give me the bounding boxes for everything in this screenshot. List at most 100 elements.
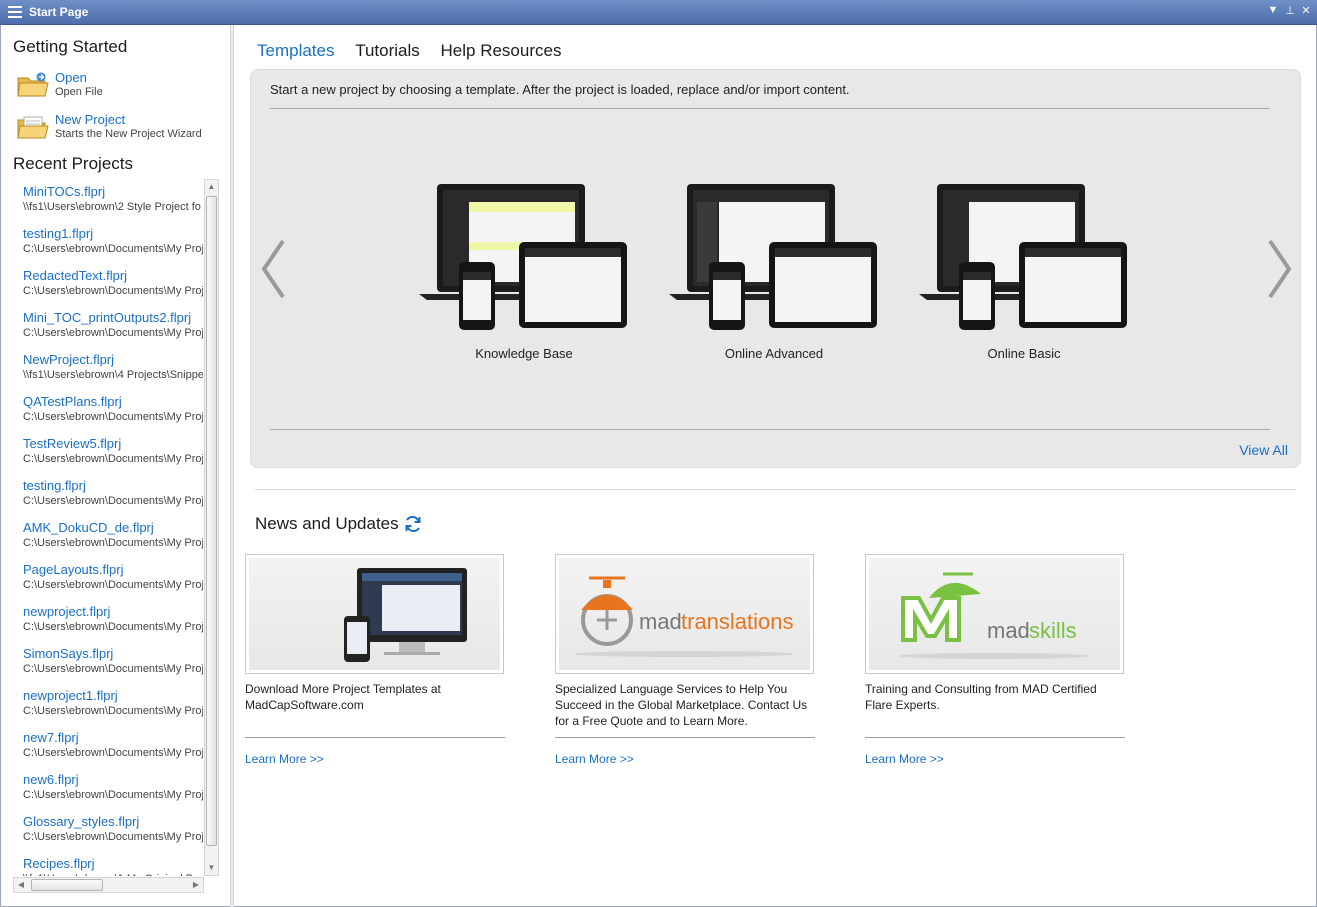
recent-project-path: C:\Users\ebrown\Documents\My Proj [23,453,203,465]
recent-project-item[interactable]: NewProject.flprj \\fs1\Users\ebrown\4 Pro… [13,352,203,394]
recent-project-item[interactable]: newproject.flprj C:\Users\ebrown\Document… [13,604,203,646]
news-thumbnail[interactable]: mad translations [555,554,814,674]
recent-projects-heading: Recent Projects [13,154,133,173]
recent-project-name[interactable]: testing1.flprj [23,226,93,241]
recent-horizontal-scrollbar[interactable]: ◀ ▶ [13,877,204,893]
recent-project-path: \\fs1\Users\ebrown\2 Style Project fo [23,201,201,213]
recent-project-path: C:\Users\ebrown\Documents\My Proj [23,537,203,549]
news-heading: News and Updates [255,514,399,533]
recent-project-item[interactable]: new6.flprj C:\Users\ebrown\Documents\My P… [13,772,203,814]
news-thumbnail[interactable] [245,554,504,674]
recent-project-path: C:\Users\ebrown\Documents\My Proj [23,285,203,297]
tab-templates[interactable]: Templates [257,41,334,61]
recent-project-path: C:\Users\ebrown\Documents\My Proj [23,705,203,717]
scroll-up-icon[interactable]: ▲ [205,180,218,194]
title-bar: Start Page ▼ ⊥ ✕ [0,0,1317,25]
recent-project-name[interactable]: SimonSays.flprj [23,646,113,661]
learn-more-link[interactable]: Learn More >> [245,752,324,766]
news-card-skills: mad skills Training and Consulting from … [865,554,1125,774]
close-icon[interactable]: ✕ [1299,4,1313,20]
template-online-advanced[interactable]: Online Advanced [669,182,879,367]
logo-text-translations: translations [681,609,794,634]
scroll-left-icon[interactable]: ◀ [14,878,28,892]
recent-project-name[interactable]: AMK_DokuCD_de.flprj [23,520,154,535]
devices-promo-image [344,568,467,662]
recent-project-name[interactable]: MiniTOCs.flprj [23,184,105,199]
recent-vertical-scrollbar[interactable]: ▲ ▼ [204,179,219,876]
recent-project-item[interactable]: testing.flprj C:\Users\ebrown\Documents\M… [13,478,203,520]
recent-project-item[interactable]: RedactedText.flprj C:\Users\ebrown\Docume… [13,268,203,310]
divider [245,737,505,738]
next-arrow-icon[interactable] [1266,238,1294,300]
recent-project-name[interactable]: QATestPlans.flprj [23,394,122,409]
recent-project-name[interactable]: Glossary_styles.flprj [23,814,139,829]
scroll-down-icon[interactable]: ▼ [205,861,218,875]
news-card-translations: mad translations Specialized Language Se… [555,554,815,774]
scroll-right-icon[interactable]: ▶ [189,878,203,892]
recent-project-name[interactable]: Recipes.flprj [23,856,95,871]
previous-arrow-icon[interactable] [259,238,287,300]
template-name: Knowledge Base [475,346,573,361]
refresh-icon[interactable] [404,515,422,533]
recent-project-item[interactable]: TestReview5.flprj C:\Users\ebrown\Documen… [13,436,203,478]
new-project-action[interactable]: New Project Starts the New Project Wizar… [17,112,222,148]
recent-project-item[interactable]: AMK_DokuCD_de.flprj C:\Users\ebrown\Docum… [13,520,203,562]
recent-project-path: C:\Users\ebrown\Documents\My Proj [23,495,203,507]
new-project-sublabel: Starts the New Project Wizard [55,128,202,140]
recent-project-path: \\fs1\Users\ebrown\4 Projects\Snippe [23,369,203,381]
open-folder-icon [17,72,49,97]
hscrollbar-thumb[interactable] [31,879,103,891]
divider [865,737,1125,738]
learn-more-link[interactable]: Learn More >> [555,752,634,766]
recent-project-path: C:\Users\ebrown\Documents\My Proj [23,621,203,633]
recent-project-item[interactable]: testing1.flprj C:\Users\ebrown\Documents\… [13,226,203,268]
recent-project-item[interactable]: MiniTOCs.flprj \\fs1\Users\ebrown\2 Style… [13,184,203,226]
news-description: Download More Project Templates at MadCa… [245,682,441,712]
recent-project-name[interactable]: Mini_TOC_printOutputs2.flprj [23,310,191,325]
recent-project-name[interactable]: new7.flprj [23,730,79,745]
recent-project-name[interactable]: NewProject.flprj [23,352,114,367]
recent-project-name[interactable]: new6.flprj [23,772,79,787]
news-thumbnail[interactable]: mad skills [865,554,1124,674]
recent-project-name[interactable]: newproject1.flprj [23,688,118,703]
view-all-link[interactable]: View All [1239,442,1288,458]
recent-project-name[interactable]: PageLayouts.flprj [23,562,123,577]
devices-preview-image [419,184,627,330]
divider [270,108,1270,109]
divider [555,737,815,738]
template-knowledge-base[interactable]: Knowledge Base [419,182,629,367]
menu-icon[interactable] [8,6,22,18]
tab-help-resources[interactable]: Help Resources [441,41,562,61]
recent-project-path: C:\Users\ebrown\Documents\My Proj [23,327,203,339]
open-action[interactable]: Open Open File [17,70,222,106]
recent-project-item[interactable]: new7.flprj C:\Users\ebrown\Documents\My P… [13,730,203,772]
news-description: Training and Consulting from MAD Certifi… [865,682,1097,712]
tab-tutorials[interactable]: Tutorials [355,41,420,61]
recent-project-item[interactable]: Glossary_styles.flprj C:\Users\ebrown\Doc… [13,814,203,856]
template-online-basic[interactable]: Online Basic [919,182,1129,367]
learn-more-link[interactable]: Learn More >> [865,752,944,766]
recent-project-item[interactable]: SimonSays.flprj C:\Users\ebrown\Documents… [13,646,203,688]
recent-project-path: C:\Users\ebrown\Documents\My Proj [23,243,203,255]
logo-text-mad: mad [639,609,682,634]
scrollbar-thumb[interactable] [206,196,217,846]
recent-project-path: C:\Users\ebrown\Documents\My Proj [23,579,203,591]
dropdown-icon[interactable]: ▼ [1266,4,1280,20]
templates-panel: Start a new project by choosing a templa… [250,69,1301,468]
recent-project-name[interactable]: newproject.flprj [23,604,110,619]
recent-project-name[interactable]: TestReview5.flprj [23,436,121,451]
recent-project-item[interactable]: QATestPlans.flprj C:\Users\ebrown\Documen… [13,394,203,436]
recent-project-name[interactable]: RedactedText.flprj [23,268,127,283]
recent-project-item[interactable]: newproject1.flprj C:\Users\ebrown\Documen… [13,688,203,730]
madtranslations-logo: mad translations [574,576,794,657]
templates-intro: Start a new project by choosing a templa… [270,82,850,97]
madskills-logo: mad skills [899,572,1089,659]
pane-splitter[interactable] [230,25,234,907]
open-label: Open [55,70,87,85]
recent-project-item[interactable]: Mini_TOC_printOutputs2.flprj C:\Users\ebr… [13,310,203,352]
pin-icon[interactable]: ⊥ [1283,4,1297,20]
recent-project-path: C:\Users\ebrown\Documents\My Proj [23,747,203,759]
recent-project-item[interactable]: Recipes.flprj \\fs1\Users\ebrown\1 My Ori… [13,856,203,876]
recent-project-name[interactable]: testing.flprj [23,478,86,493]
recent-project-item[interactable]: PageLayouts.flprj C:\Users\ebrown\Documen… [13,562,203,604]
